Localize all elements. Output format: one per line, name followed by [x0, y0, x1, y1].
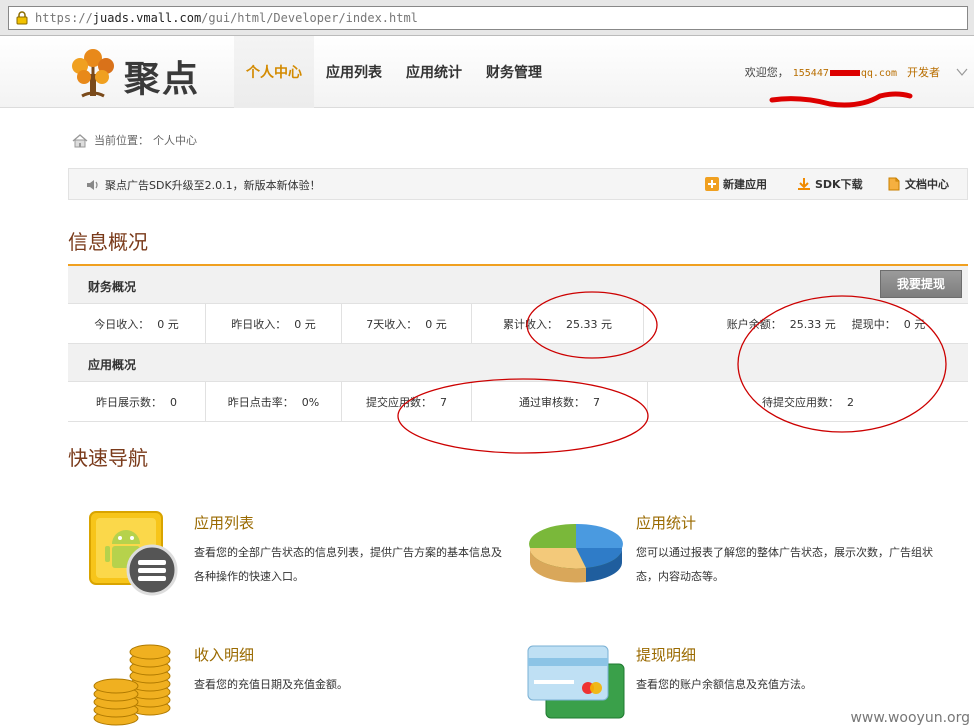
quicknav-withdraw-desc: 查看您的账户余额信息及充值方法。 — [636, 678, 812, 691]
quicknav-app-list[interactable]: 应用列表 — [194, 512, 254, 533]
quicknav-app-list-desc: 查看您的全部广告状态的信息列表，提供广告方案的基本信息及各种操作的快速入口。 — [194, 546, 502, 583]
welcome-label: 欢迎您， — [744, 66, 789, 79]
click-rate: 昨日点击率： 0% — [206, 382, 342, 422]
credit-card-icon[interactable] — [526, 644, 626, 724]
url-input[interactable]: https://juads.vmall.com/gui/html/Develop… — [8, 6, 968, 30]
impressions-label: 昨日展示数： — [96, 396, 162, 409]
account-suffix: qq.com — [860, 68, 897, 79]
balance-label: 账户余额： — [726, 318, 782, 331]
breadcrumb-label: 当前位置： — [94, 134, 149, 147]
document-icon — [888, 177, 900, 191]
watermark: www.wooyun.org — [850, 710, 970, 726]
quicknav-title: 快速导航 — [68, 446, 148, 470]
finance-row: 今日收入： 0 元 昨日收入： 0 元 7天收入： 0 元 累计收入： 25.33 元 … — [68, 304, 968, 344]
gold-coins-icon[interactable] — [90, 640, 176, 726]
role-menu[interactable]: 开发者 — [907, 66, 940, 79]
quicknav-app-stats[interactable]: 应用统计 — [636, 512, 696, 533]
lock-icon — [16, 11, 28, 25]
home-icon[interactable] — [72, 134, 88, 148]
quicknav-app-stats-desc: 您可以通过报表了解您的整体广告状态，展示次数，广告组状态，内容动态等。 — [636, 546, 933, 583]
finance-header: 财务概况 我要提现 — [68, 266, 968, 304]
apps-title: 应用概况 — [88, 358, 137, 372]
docs-center-button[interactable]: 文档中心 — [887, 176, 949, 192]
site-header: 聚点 个人中心 应用列表 应用统计 财务管理 欢迎您， 155447 qq.com 开… — [0, 36, 974, 108]
sdk-download-button[interactable]: SDK下载 — [797, 176, 863, 192]
quicknav-withdraw[interactable]: 提现明细 — [636, 644, 696, 665]
new-app-label: 新建应用 — [723, 178, 767, 191]
approved-apps-value: 7 — [593, 395, 600, 409]
user-welcome: 欢迎您， 155447 qq.com 开发者 — [745, 64, 940, 80]
balance-value: 25.33 元 — [789, 318, 836, 331]
finance-title: 财务概况 — [88, 280, 137, 294]
android-list-icon[interactable] — [88, 508, 180, 596]
pending-apps: 待提交应用数： 2 — [648, 382, 968, 422]
overview-panel: 财务概况 我要提现 今日收入： 0 元 昨日收入： 0 元 7天收入： 0 元 累计收… — [68, 264, 968, 422]
apps-header: 应用概况 — [68, 344, 968, 382]
today-income-value: 0 元 — [157, 318, 179, 331]
pending-label: 提现中： — [851, 318, 896, 331]
impressions-value: 0 — [170, 395, 177, 409]
account-prefix: 155447 — [792, 68, 829, 79]
chevron-down-icon[interactable] — [956, 68, 968, 76]
quicknav-income-desc: 查看您的充值日期及充值金额。 — [194, 678, 348, 691]
nav-app-stats[interactable]: 应用统计 — [394, 36, 474, 108]
quicknav-income[interactable]: 收入明细 — [194, 644, 254, 665]
account-redaction — [829, 70, 860, 76]
breadcrumb: 当前位置： 个人中心 — [72, 132, 197, 148]
sdk-download-label: SDK下载 — [815, 178, 863, 191]
url-domain: juads.vmall.com — [92, 11, 202, 25]
pending-apps-label: 待提交应用数： — [762, 396, 839, 409]
account-balance: 账户余额： 25.33 元 提现中： 0 元 — [644, 304, 968, 344]
approved-apps-label: 通过审核数： — [519, 396, 585, 409]
logo[interactable]: 聚点 — [68, 44, 218, 100]
download-icon — [798, 178, 810, 190]
plus-icon — [705, 177, 719, 191]
total-income-label: 累计收入： — [503, 318, 558, 331]
total-income: 累计收入： 25.33 元 — [472, 304, 644, 344]
notice-bar: 聚点广告SDK升级至2.0.1，新版本新体验！ 新建应用 SDK下载 文档中心 — [68, 168, 968, 200]
week-income-value: 0 元 — [425, 318, 447, 331]
tree-logo-icon — [72, 49, 114, 98]
yesterday-income-value: 0 元 — [294, 318, 316, 331]
today-income-label: 今日收入： — [94, 318, 150, 331]
submitted-apps: 提交应用数： 7 — [342, 382, 472, 422]
url-prefix: https:// — [35, 11, 93, 25]
docs-center-label: 文档中心 — [905, 178, 949, 191]
new-app-button[interactable]: 新建应用 — [705, 176, 767, 192]
page: https://juads.vmall.com/gui/html/Develop… — [0, 0, 974, 728]
nav-personal-center[interactable]: 个人中心 — [234, 36, 314, 108]
click-rate-label: 昨日点击率： — [227, 396, 294, 409]
pie-chart-icon[interactable] — [526, 518, 626, 584]
submitted-apps-label: 提交应用数： — [366, 396, 432, 409]
pending-apps-value: 2 — [847, 395, 854, 409]
week-income: 7天收入： 0 元 — [342, 304, 472, 344]
nav-finance[interactable]: 财务管理 — [474, 36, 554, 108]
submitted-apps-value: 7 — [440, 395, 447, 409]
approved-apps: 通过审核数： 7 — [472, 382, 648, 422]
total-income-value: 25.33 元 — [566, 318, 612, 331]
overview-title: 信息概况 — [68, 230, 148, 254]
click-rate-value: 0% — [301, 395, 320, 409]
withdraw-button[interactable]: 我要提现 — [880, 270, 962, 298]
logo-text: 聚点 — [124, 59, 201, 100]
account-name[interactable]: 155447 qq.com — [793, 68, 897, 79]
notice-message[interactable]: 聚点广告SDK升级至2.0.1，新版本新体验！ — [105, 177, 321, 193]
browser-address-bar: https://juads.vmall.com/gui/html/Develop… — [0, 0, 974, 36]
yesterday-income: 昨日收入： 0 元 — [206, 304, 342, 344]
week-income-label: 7天收入： — [366, 318, 418, 331]
breadcrumb-current: 个人中心 — [153, 134, 197, 147]
pending-value: 0 元 — [903, 318, 926, 331]
url-path: /gui/html/Developer/index.html — [201, 11, 418, 25]
today-income: 今日收入： 0 元 — [68, 304, 206, 344]
yesterday-income-label: 昨日收入： — [231, 318, 287, 331]
speaker-icon — [87, 180, 98, 190]
url-text: https://juads.vmall.com/gui/html/Develop… — [35, 11, 418, 25]
impressions: 昨日展示数： 0 — [68, 382, 206, 422]
nav-app-list[interactable]: 应用列表 — [314, 36, 394, 108]
apps-row: 昨日展示数： 0 昨日点击率： 0% 提交应用数： 7 通过审核数： 7 待提交应用数：… — [68, 382, 968, 422]
main-nav: 个人中心 应用列表 应用统计 财务管理 — [234, 36, 554, 108]
